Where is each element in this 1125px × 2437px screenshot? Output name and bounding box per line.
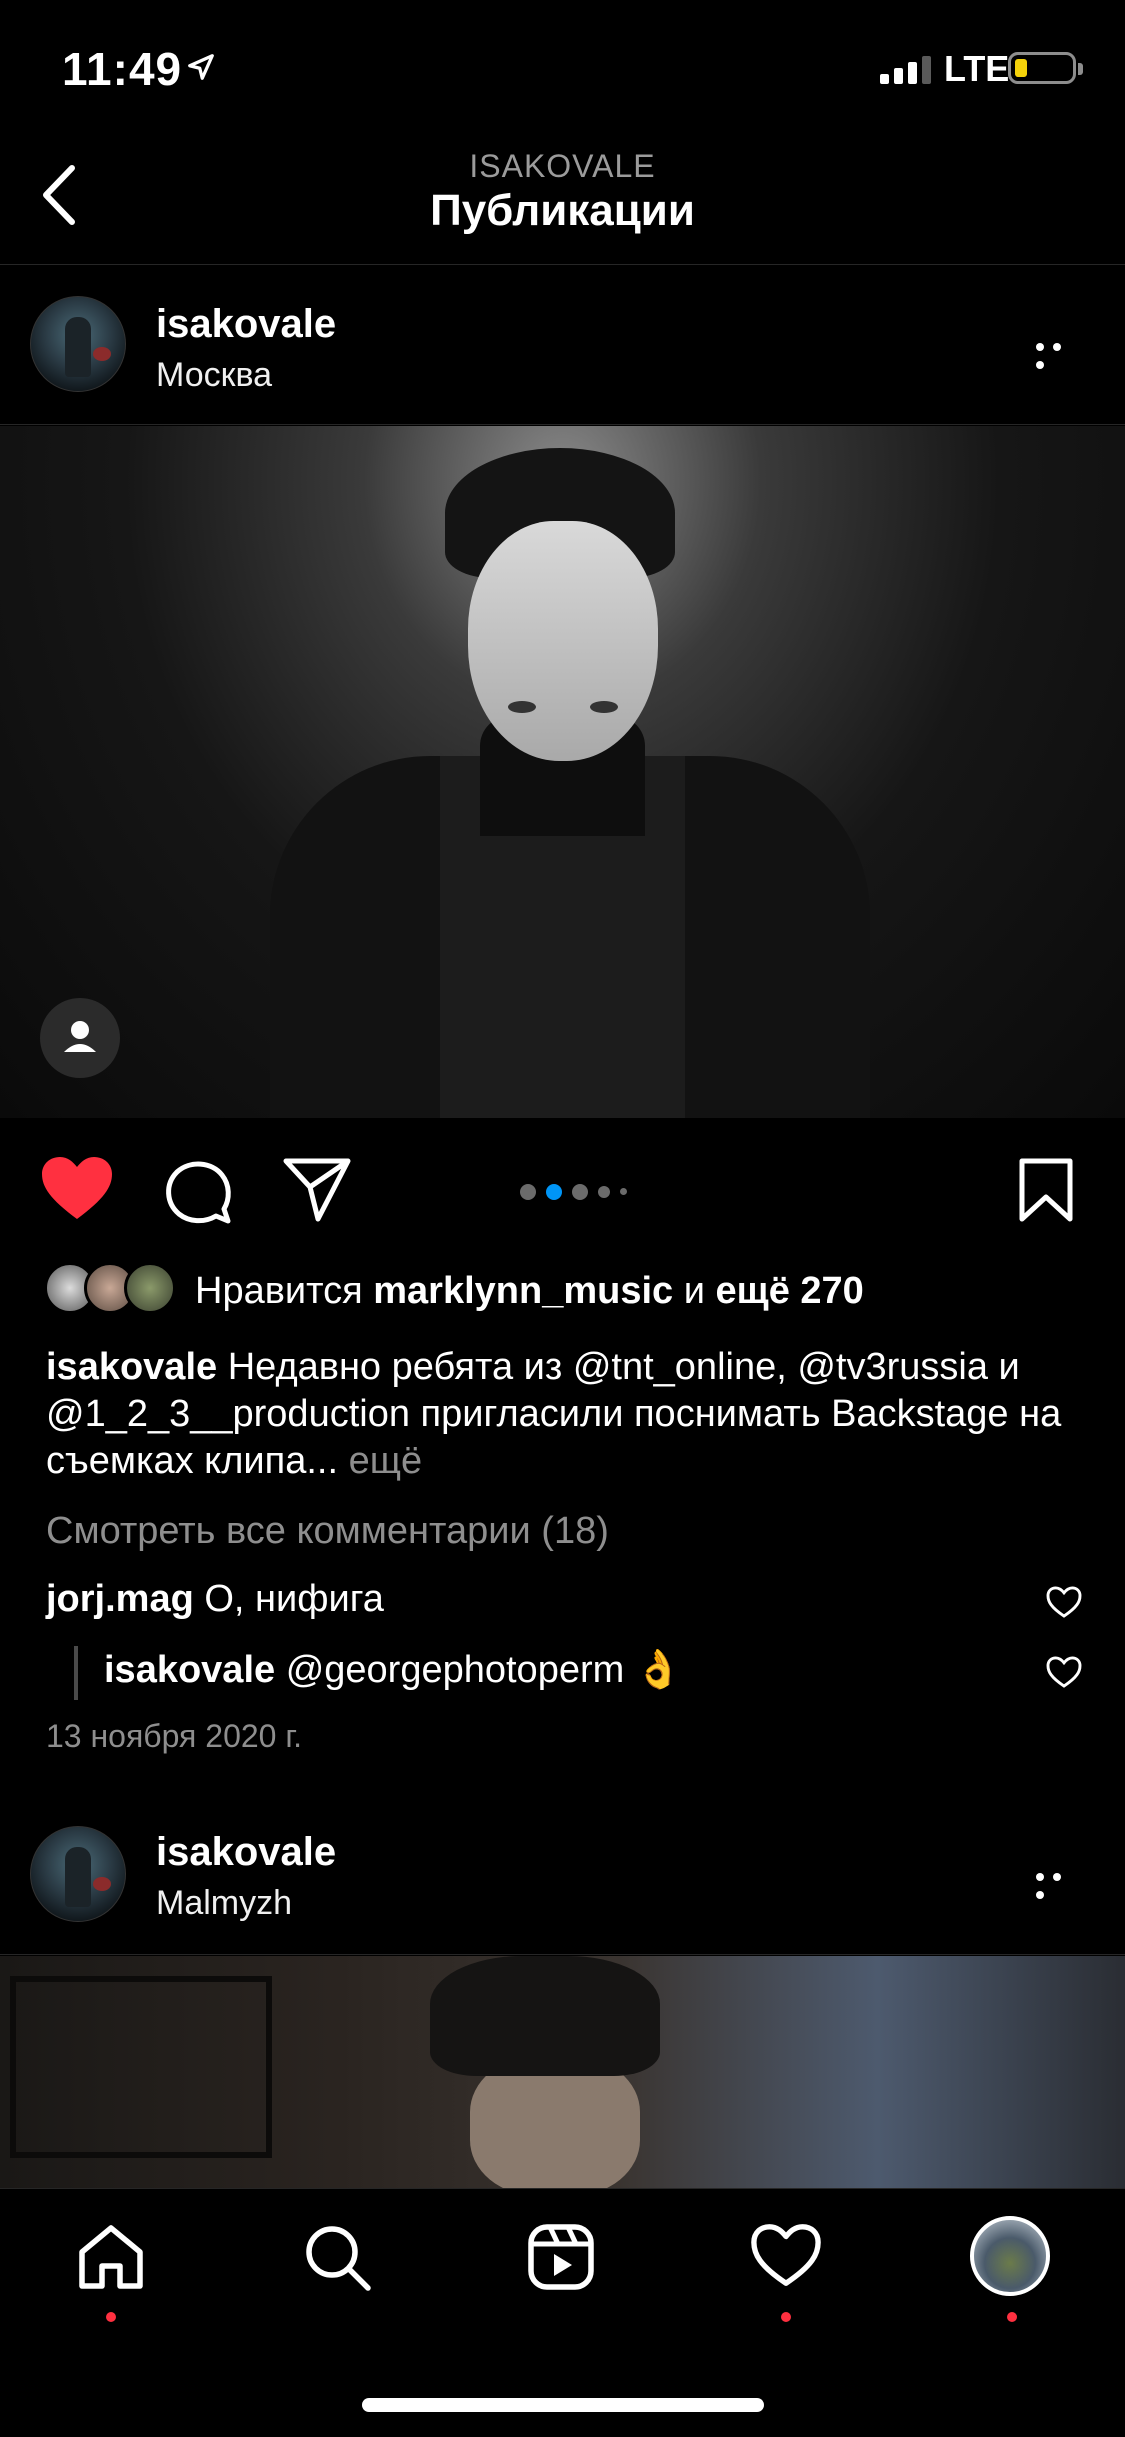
post-username[interactable]: isakovale <box>156 302 336 347</box>
carousel-dot <box>546 1183 562 1200</box>
header-username: ISAKOVALE <box>469 148 656 184</box>
post-avatar[interactable] <box>30 296 126 392</box>
post-location[interactable]: Malmyzh <box>156 1884 292 1923</box>
comment-text: О, нифига <box>204 1578 384 1620</box>
comment-reply-item: isakovale @georgephotoperm 👌 <box>104 1648 682 1692</box>
reels-icon[interactable] <box>526 2222 596 2292</box>
like-heart-icon[interactable] <box>40 1155 114 1221</box>
post-header-divider <box>0 424 1125 425</box>
likes-summary[interactable]: Нравится marklynn_music и ещё 270 <box>195 1270 864 1313</box>
post-header-divider <box>0 1954 1125 1955</box>
bookmark-icon[interactable] <box>1018 1157 1074 1223</box>
status-time: 11:49 <box>62 43 183 95</box>
home-indicator <box>362 2398 764 2412</box>
likes-more[interactable]: ещё 270 <box>716 1270 864 1312</box>
comment-item: jorj.mag О, нифига <box>46 1578 384 1621</box>
carousel-dot <box>520 1183 536 1200</box>
search-icon[interactable] <box>302 2222 372 2292</box>
caption-username[interactable]: isakovale <box>46 1346 217 1388</box>
home-notification-dot <box>106 2312 116 2322</box>
activity-heart-icon[interactable] <box>750 2222 822 2288</box>
post-location[interactable]: Москва <box>156 356 272 395</box>
post-caption: isakovale Недавно ребята из @tnt_online,… <box>46 1344 1086 1485</box>
profile-notification-dot <box>1007 2312 1017 2322</box>
network-type: LTE <box>944 48 1010 89</box>
tagged-users-icon[interactable] <box>40 998 120 1078</box>
page-title: Публикации <box>430 186 695 235</box>
reply-thread-line <box>74 1646 78 1700</box>
profile-avatar[interactable] <box>970 2216 1050 2296</box>
likes-middle: и <box>683 1270 705 1312</box>
comment-like-icon[interactable] <box>1046 1656 1082 1688</box>
comment-icon[interactable] <box>164 1157 234 1227</box>
comment-like-icon[interactable] <box>1046 1586 1082 1618</box>
post-photo[interactable] <box>0 426 1125 1118</box>
header-divider <box>0 264 1125 265</box>
carousel-dot <box>572 1183 588 1200</box>
post-date: 13 ноября 2020 г. <box>46 1718 302 1754</box>
carousel-indicator <box>520 1183 637 1201</box>
more-options-icon[interactable] <box>1036 1868 1086 1899</box>
post-avatar[interactable] <box>30 1826 126 1922</box>
home-icon[interactable] <box>76 2222 146 2292</box>
caption-more-link[interactable]: ещё <box>349 1440 423 1482</box>
carousel-dot <box>598 1185 610 1198</box>
likes-prefix: Нравится <box>195 1270 363 1312</box>
location-arrow-icon <box>188 54 214 80</box>
comment-text: @georgephotoperm 👌 <box>285 1649 683 1691</box>
post-username[interactable]: isakovale <box>156 1830 336 1875</box>
carousel-dot <box>620 1188 627 1196</box>
view-all-comments-link[interactable]: Смотреть все комментарии (18) <box>46 1510 609 1553</box>
more-options-icon[interactable] <box>1036 338 1086 369</box>
likes-user[interactable]: marklynn_music <box>373 1270 673 1312</box>
battery-icon <box>1008 52 1083 84</box>
share-send-icon[interactable] <box>282 1157 352 1223</box>
activity-notification-dot <box>781 2312 791 2322</box>
comment-username[interactable]: jorj.mag <box>46 1578 194 1620</box>
signal-strength-icon <box>880 56 931 84</box>
comment-username[interactable]: isakovale <box>104 1649 275 1691</box>
post-photo[interactable] <box>0 1956 1125 2188</box>
